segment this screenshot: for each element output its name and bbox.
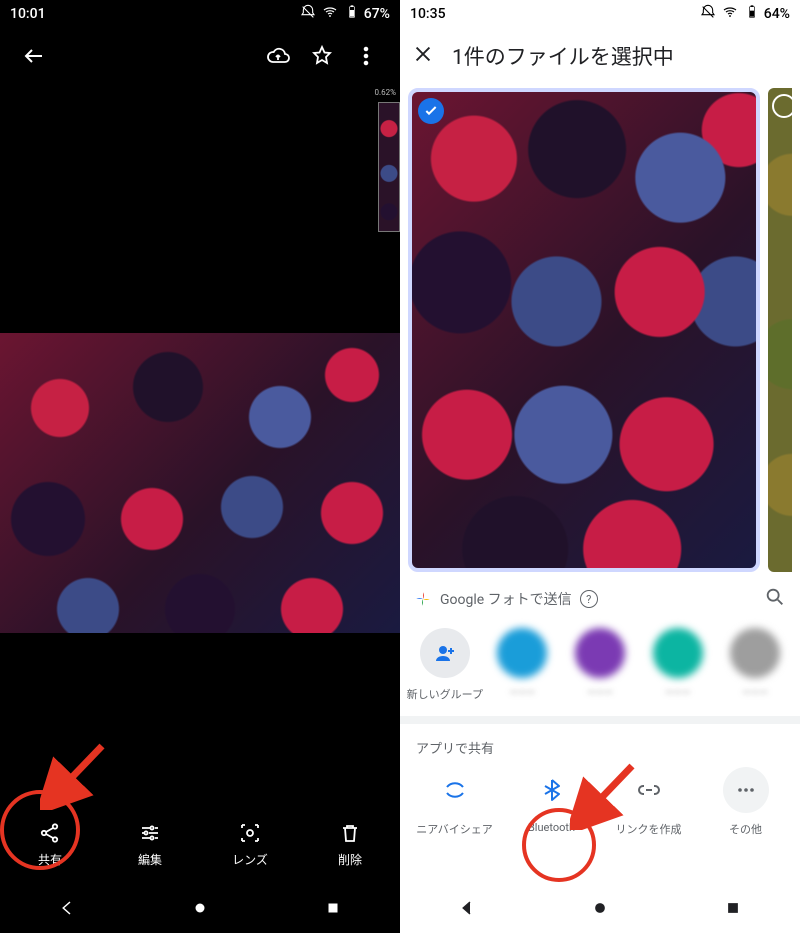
help-icon[interactable]: ? xyxy=(580,590,598,608)
system-nav-bar xyxy=(0,887,400,933)
cloud-upload-button[interactable] xyxy=(256,44,300,68)
nearby-share-icon xyxy=(432,767,478,813)
app-share-section-title: アプリで共有 xyxy=(400,724,800,763)
nav-home[interactable] xyxy=(191,899,209,921)
next-thumbnail-peek[interactable] xyxy=(768,88,792,572)
close-button[interactable] xyxy=(412,43,434,69)
edit-button[interactable]: 編集 xyxy=(110,821,190,868)
main-photo[interactable] xyxy=(0,333,400,633)
delete-button[interactable]: 削除 xyxy=(310,821,390,868)
selected-thumbnail[interactable] xyxy=(408,88,760,572)
nav-back[interactable] xyxy=(58,899,76,921)
share-button[interactable]: 共有 xyxy=(10,821,90,868)
status-time: 10:35 xyxy=(410,6,446,22)
app-nearby-share[interactable]: ニアバイシェア xyxy=(406,767,503,837)
status-battery-pct: 67% xyxy=(364,6,390,22)
link-label: リンクを作成 xyxy=(616,821,682,837)
share-sheet-header: Google フォトで送信 ? xyxy=(400,586,800,612)
unselected-circle-icon xyxy=(772,94,796,118)
battery-icon xyxy=(738,4,760,24)
status-bar: 10:35 64% xyxy=(400,0,800,28)
selection-app-bar: 1件のファイルを選択中 xyxy=(400,28,800,84)
more-icon xyxy=(723,767,769,813)
status-bar: 10:01 67% xyxy=(0,0,400,28)
contact-row: 新しいグループ ——— ——— ——— ——— xyxy=(400,612,800,716)
app-more[interactable]: その他 xyxy=(697,767,794,837)
lens-label: レンズ xyxy=(232,851,268,868)
app-bluetooth[interactable]: Bluetooth xyxy=(503,767,600,837)
selected-check-icon xyxy=(418,98,444,124)
google-photos-icon xyxy=(414,590,432,608)
status-time: 10:01 xyxy=(10,6,46,22)
app-share-row: ニアバイシェア Bluetooth リンクを作成 xyxy=(400,763,800,847)
wifi-icon xyxy=(316,4,338,24)
status-battery-pct: 64% xyxy=(764,6,790,22)
system-nav-bar xyxy=(400,887,800,933)
contact-suggested-1[interactable]: ——— xyxy=(484,628,562,702)
nav-recent[interactable] xyxy=(324,899,342,921)
bluetooth-icon xyxy=(529,767,575,813)
viewer-app-bar xyxy=(0,28,400,84)
dnd-icon xyxy=(694,4,716,24)
selection-thumbnails[interactable] xyxy=(400,84,800,572)
contact-suggested-2[interactable]: ——— xyxy=(561,628,639,702)
send-with-photos-label[interactable]: Google フォトで送信 xyxy=(440,589,572,609)
nearby-label: ニアバイシェア xyxy=(416,821,493,837)
contact-suggested-3[interactable]: ——— xyxy=(639,628,717,702)
photo-viewport[interactable]: 0.62% xyxy=(0,84,400,801)
viewer-action-bar: 共有 編集 レンズ 削除 xyxy=(0,801,400,887)
battery-icon xyxy=(338,4,360,24)
section-divider xyxy=(400,716,800,724)
share-label: 共有 xyxy=(38,851,62,868)
photo-viewer-screen: 10:01 67% xyxy=(0,0,400,933)
wifi-icon xyxy=(716,4,738,24)
more-menu-button[interactable] xyxy=(344,44,388,68)
contact-suggested-4[interactable]: ——— xyxy=(716,628,794,702)
contact-new-group[interactable]: 新しいグループ xyxy=(406,628,484,702)
new-group-icon xyxy=(420,628,470,678)
nav-home[interactable] xyxy=(591,899,609,921)
nav-recent[interactable] xyxy=(724,899,742,921)
thumb-zoom-badge: 0.62% xyxy=(375,88,396,97)
share-sheet: Google フォトで送信 ? 新しいグループ ——— ——— ——— ——— xyxy=(400,572,800,887)
share-select-screen: 10:35 64% 1件のファイルを選択中 xyxy=(400,0,800,933)
more-label: その他 xyxy=(729,821,762,837)
back-button[interactable] xyxy=(12,44,56,68)
app-create-link[interactable]: リンクを作成 xyxy=(600,767,697,837)
dnd-icon xyxy=(294,4,316,24)
new-group-label: 新しいグループ xyxy=(407,686,483,702)
nav-back[interactable] xyxy=(458,899,476,921)
delete-label: 削除 xyxy=(338,851,362,868)
search-button[interactable] xyxy=(764,586,786,612)
selection-title: 1件のファイルを選択中 xyxy=(452,41,674,71)
lens-button[interactable]: レンズ xyxy=(210,821,290,868)
edit-label: 編集 xyxy=(138,851,162,868)
filmstrip-peek[interactable] xyxy=(378,102,400,232)
favorite-star-button[interactable] xyxy=(300,44,344,68)
link-icon xyxy=(626,767,672,813)
bluetooth-label: Bluetooth xyxy=(528,821,575,834)
